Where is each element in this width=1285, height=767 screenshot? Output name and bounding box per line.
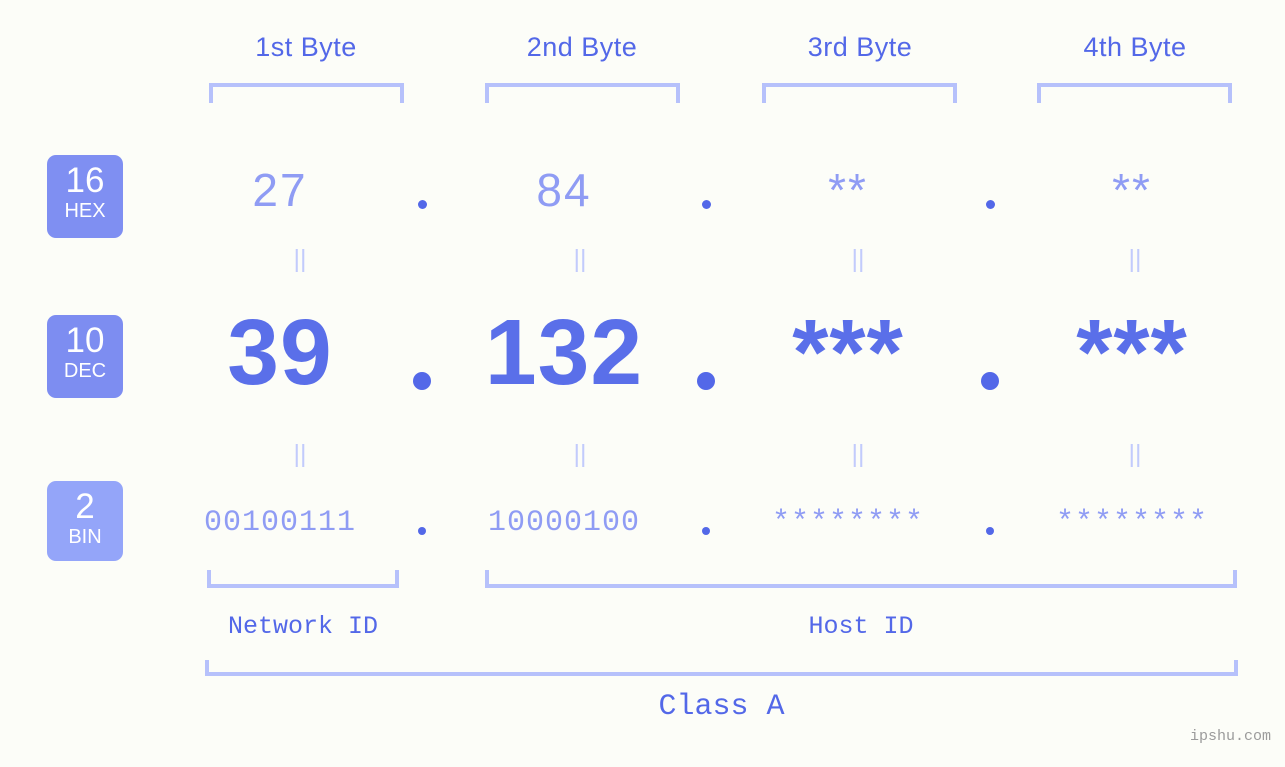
bin-octet-1: 00100111 xyxy=(203,505,357,540)
ip-breakdown-diagram: 1st Byte 2nd Byte 3rd Byte 4th Byte 16 H… xyxy=(0,0,1285,767)
base-badge-hex-number: 16 xyxy=(65,161,105,200)
dot-icon xyxy=(417,200,427,209)
dec-octet-3: *** xyxy=(792,300,904,404)
byte-header-3: 3rd Byte xyxy=(807,32,913,62)
dot-icon xyxy=(413,372,431,390)
bin-octet-4: ******** xyxy=(1055,505,1209,540)
byte-header-2: 2nd Byte xyxy=(526,32,638,62)
equals-mark-dec-bin-1: || xyxy=(293,440,307,468)
bin-separator-2 xyxy=(694,506,718,540)
equals-mark-hex-dec-1: || xyxy=(293,245,307,273)
hex-separator-2 xyxy=(694,166,718,214)
base-badge-bin: 2 BIN xyxy=(47,481,123,561)
dot-icon xyxy=(981,372,999,390)
bin-value-row: 00100111 10000100 ******** ******** xyxy=(150,495,1285,550)
bin-separator-3 xyxy=(978,506,1002,540)
hex-octet-4: ** xyxy=(1112,164,1152,216)
dec-octet-1: 39 xyxy=(227,300,333,404)
dot-icon xyxy=(697,372,715,390)
dec-separator-3 xyxy=(978,310,1002,395)
host-id-label: Host ID xyxy=(808,612,914,641)
dot-icon xyxy=(418,526,426,535)
byte-header-1: 1st Byte xyxy=(255,32,357,62)
dot-icon xyxy=(702,526,710,535)
base-badge-bin-name: BIN xyxy=(68,526,102,548)
host-id-bracket xyxy=(485,570,1237,588)
bin-octet-3: ******** xyxy=(771,505,925,540)
dec-separator-1 xyxy=(410,310,434,395)
byte-bracket-4 xyxy=(1037,83,1232,103)
bin-octet-2: 10000100 xyxy=(487,505,641,540)
dot-icon xyxy=(701,200,711,209)
watermark: ipshu.com xyxy=(1189,728,1271,745)
equals-mark-dec-bin-2: || xyxy=(573,440,587,468)
base-badge-hex-name: HEX xyxy=(64,200,106,222)
hex-octet-2: 84 xyxy=(536,164,592,216)
hex-octet-3: ** xyxy=(828,164,868,216)
class-bracket xyxy=(205,660,1238,676)
dec-separator-2 xyxy=(694,310,718,395)
hex-octet-1: 27 xyxy=(252,164,308,216)
bin-separator-1 xyxy=(410,506,434,540)
base-badge-hex: 16 HEX xyxy=(47,155,123,238)
equals-mark-hex-dec-2: || xyxy=(573,245,587,273)
byte-header-4: 4th Byte xyxy=(1083,32,1187,62)
equals-mark-hex-dec-4: || xyxy=(1128,245,1142,273)
base-badge-dec-name: DEC xyxy=(63,360,107,382)
byte-bracket-2 xyxy=(485,83,680,103)
base-badge-bin-number: 2 xyxy=(75,487,95,526)
dot-icon xyxy=(985,200,995,209)
dot-icon xyxy=(986,526,994,535)
equals-mark-dec-bin-4: || xyxy=(1128,440,1142,468)
hex-value-row: 27 84 ** ** xyxy=(150,150,1285,230)
byte-bracket-1 xyxy=(209,83,404,103)
hex-separator-3 xyxy=(978,166,1002,214)
class-label: Class A xyxy=(658,690,785,724)
network-id-label: Network ID xyxy=(227,612,379,641)
base-badge-dec-number: 10 xyxy=(65,321,105,360)
dec-octet-4: *** xyxy=(1076,300,1188,404)
dec-value-row: 39 132 *** *** xyxy=(150,295,1285,410)
byte-bracket-3 xyxy=(762,83,957,103)
equals-mark-hex-dec-3: || xyxy=(851,245,865,273)
dec-octet-2: 132 xyxy=(484,300,644,404)
base-badge-dec: 10 DEC xyxy=(47,315,123,398)
hex-separator-1 xyxy=(410,166,434,214)
network-id-bracket xyxy=(207,570,399,588)
equals-mark-dec-bin-3: || xyxy=(851,440,865,468)
